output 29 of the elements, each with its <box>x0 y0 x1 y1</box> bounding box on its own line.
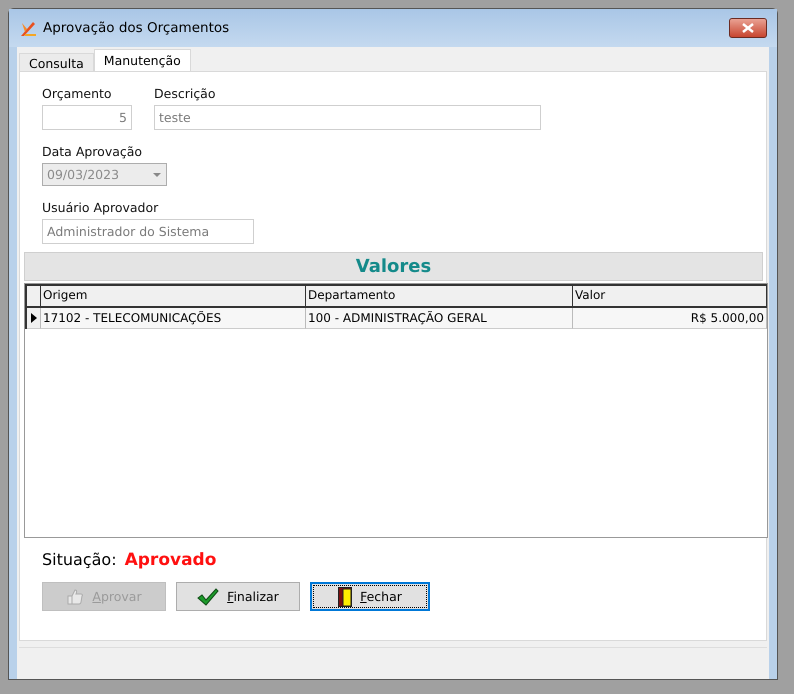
close-button[interactable] <box>729 18 767 38</box>
row-indicator-cell[interactable] <box>27 308 41 329</box>
app-logo-icon <box>19 19 37 37</box>
thumbs-up-icon <box>66 588 84 606</box>
checkmark-icon <box>197 588 220 606</box>
window-title: Aprovação dos Orçamentos <box>43 20 230 36</box>
table-cell: 17102 - TELECOMUNICAÇÕES <box>41 308 306 329</box>
close-icon <box>741 23 755 33</box>
section-title: Valores <box>356 256 432 277</box>
caret-icon <box>152 172 162 178</box>
text-field[interactable]: 5 <box>42 105 132 130</box>
field-label: Data Aprovação <box>42 144 144 159</box>
tab[interactable]: Manutenção <box>94 49 191 71</box>
field-label: Orçamento <box>42 86 113 101</box>
table-cell: R$ 5.000,00 <box>573 308 767 329</box>
column-header[interactable]: Departamento <box>306 286 573 308</box>
text-field[interactable]: teste <box>154 105 541 130</box>
tab[interactable]: Consulta <box>19 53 94 71</box>
field-label: Descrição <box>154 86 216 101</box>
text-field[interactable]: Administrador do Sistema <box>42 219 254 244</box>
column-header[interactable]: Valor <box>573 286 767 308</box>
field-label: Usuário Aprovador <box>42 200 160 215</box>
column-header[interactable]: Origem <box>41 286 306 308</box>
status-label: Situação: <box>42 550 117 569</box>
close-window-button[interactable]: Fechar <box>310 582 430 611</box>
finish-button[interactable]: Finalizar <box>176 582 300 611</box>
door-icon <box>338 586 352 606</box>
table-cell: 100 - ADMINISTRAÇÃO GERAL <box>306 308 573 329</box>
status-value: Aprovado <box>124 550 216 570</box>
